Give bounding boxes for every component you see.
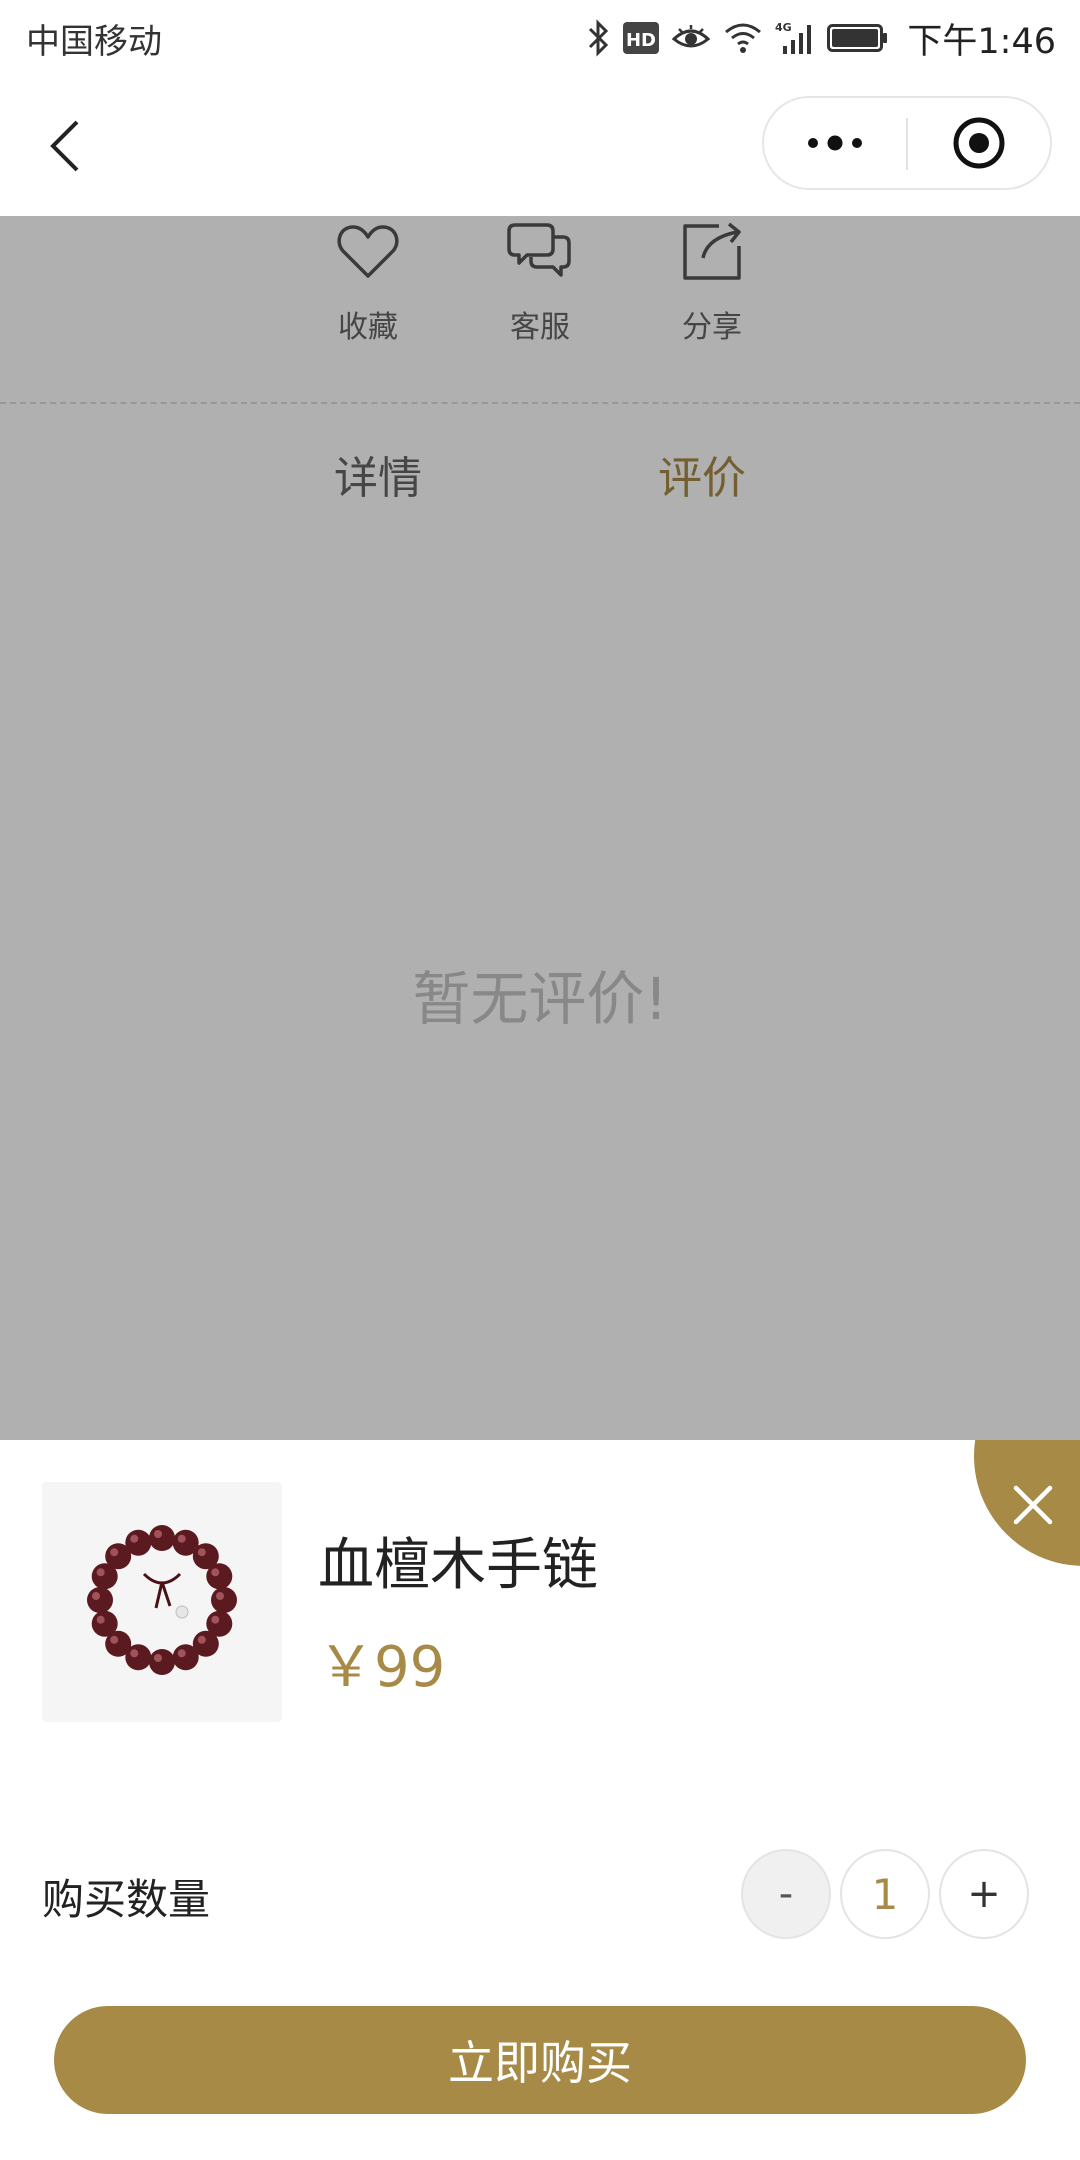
bead-highlight bbox=[110, 1548, 119, 1557]
bead bbox=[91, 1610, 118, 1637]
bead-highlight bbox=[154, 1654, 162, 1662]
miniprogram-capsule bbox=[762, 96, 1052, 190]
buy-now-label: 立即购买 bbox=[448, 2036, 632, 2090]
close-sheet-button[interactable] bbox=[974, 1440, 1080, 1566]
bead-highlight bbox=[177, 1534, 186, 1543]
bead bbox=[87, 1587, 113, 1613]
bracelet-image bbox=[87, 1525, 237, 1675]
bead-highlight bbox=[130, 1649, 139, 1658]
bead bbox=[149, 1525, 175, 1551]
product-thumbnail bbox=[42, 1482, 282, 1722]
bead bbox=[172, 1644, 199, 1671]
status-bar: 中国移动 HD 4G 下午1:46 bbox=[0, 0, 1080, 76]
bead-highlight bbox=[92, 1592, 100, 1600]
quantity-label: 购买数量 bbox=[42, 1875, 211, 1924]
decrement-button[interactable]: - bbox=[741, 1849, 831, 1939]
bead-highlight bbox=[110, 1635, 119, 1644]
signal-icon: 4G bbox=[775, 21, 812, 54]
more-dots-icon bbox=[808, 135, 862, 151]
eye-icon bbox=[672, 25, 711, 48]
status-icons: HD 4G 下午1:46 bbox=[585, 10, 1056, 66]
bead-highlight bbox=[211, 1568, 220, 1577]
bead bbox=[125, 1529, 152, 1556]
buy-now-button[interactable]: 立即购买 bbox=[54, 2006, 1026, 2114]
bead-highlight bbox=[154, 1530, 162, 1538]
product-price: ￥99 bbox=[318, 1635, 446, 1700]
bead bbox=[211, 1587, 237, 1613]
carrier-name: 中国移动 bbox=[26, 22, 162, 62]
bead-highlight bbox=[96, 1615, 105, 1624]
status-time: 下午1:46 bbox=[907, 21, 1056, 62]
more-button[interactable] bbox=[764, 98, 906, 188]
svg-text:4G: 4G bbox=[775, 21, 792, 34]
bluetooth-icon bbox=[589, 19, 609, 57]
wifi-icon bbox=[725, 23, 762, 53]
svg-text:HD: HD bbox=[626, 30, 656, 51]
chevron-left-icon bbox=[50, 120, 79, 172]
bead bbox=[206, 1563, 233, 1590]
tassel-cord bbox=[142, 1572, 182, 1609]
silver-charm bbox=[175, 1605, 189, 1619]
quantity-value[interactable]: 1 bbox=[840, 1849, 930, 1939]
product-name: 血檀木手链 bbox=[318, 1533, 598, 1598]
close-miniprogram-button[interactable] bbox=[908, 98, 1050, 188]
bead-highlight bbox=[216, 1592, 224, 1600]
hd-icon: HD bbox=[623, 22, 660, 54]
battery-icon bbox=[827, 24, 888, 52]
target-icon bbox=[953, 117, 1005, 169]
bead-highlight bbox=[177, 1649, 186, 1658]
bead-highlight bbox=[130, 1534, 139, 1543]
bead-highlight bbox=[211, 1615, 220, 1624]
increment-button[interactable]: + bbox=[939, 1849, 1029, 1939]
back-button[interactable] bbox=[30, 106, 100, 186]
bead bbox=[149, 1649, 175, 1675]
nav-bar bbox=[0, 76, 1080, 216]
bead-highlight bbox=[96, 1568, 105, 1577]
bead-highlight bbox=[197, 1548, 206, 1557]
purchase-sheet: 血檀木手链 ￥99 购买数量 - 1 + 立即购买 bbox=[0, 1440, 1080, 2160]
modal-overlay[interactable] bbox=[0, 216, 1080, 1440]
close-icon bbox=[1013, 1485, 1053, 1525]
bead-highlight bbox=[197, 1635, 206, 1644]
